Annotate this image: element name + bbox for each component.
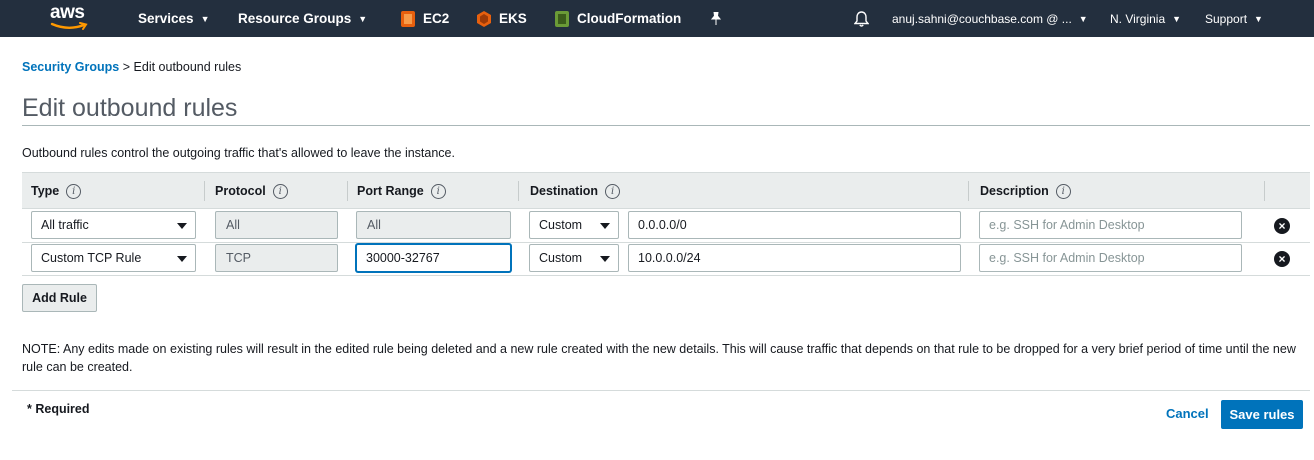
- port-range-field: All: [356, 211, 511, 239]
- breadcrumb-security-groups-link[interactable]: Security Groups: [22, 60, 119, 74]
- resource-groups-menu[interactable]: Resource Groups ▼: [238, 0, 367, 37]
- chevron-down-icon: ▼: [1254, 13, 1263, 24]
- description-input[interactable]: [979, 244, 1242, 272]
- dropdown-arrow-icon: [177, 256, 187, 262]
- column-header-description-label: Description: [980, 184, 1049, 198]
- destination-type-value: Custom: [539, 251, 583, 265]
- protocol-field: All: [215, 211, 338, 239]
- port-range-input[interactable]: [356, 244, 511, 272]
- page-title: Edit outbound rules: [22, 94, 238, 122]
- column-header-type: Type i: [31, 173, 82, 209]
- type-select[interactable]: Custom TCP Rule: [31, 244, 196, 272]
- column-header-type-label: Type: [31, 184, 60, 198]
- shortcut-eks-label: EKS: [499, 11, 527, 26]
- shortcut-cloudformation-label: CloudFormation: [577, 11, 682, 26]
- notifications-bell-icon[interactable]: [854, 0, 869, 37]
- remove-rule-close-icon[interactable]: ×: [1274, 251, 1290, 267]
- column-divider: [1264, 181, 1265, 201]
- breadcrumb-current: Edit outbound rules: [133, 60, 242, 74]
- region-menu[interactable]: N. Virginia ▼: [1110, 0, 1181, 37]
- aws-logo-text: aws: [50, 2, 85, 23]
- column-divider: [204, 181, 205, 201]
- rules-table-header: Type i Protocol i Port Range i Destinati…: [22, 172, 1310, 209]
- column-divider: [518, 181, 519, 201]
- footer-divider: [12, 390, 1310, 391]
- edit-warning-note: NOTE: Any edits made on existing rules w…: [22, 342, 1296, 374]
- support-menu[interactable]: Support ▼: [1205, 0, 1263, 37]
- shortcut-cloudformation[interactable]: CloudFormation: [554, 0, 681, 37]
- top-navigation-bar: aws Services ▼ Resource Groups ▼ EC2 EKS…: [0, 0, 1314, 37]
- chevron-down-icon: ▼: [1172, 13, 1182, 24]
- remove-rule-close-icon[interactable]: ×: [1274, 218, 1290, 234]
- destination-type-select[interactable]: Custom: [529, 244, 619, 272]
- ec2-icon: [400, 10, 416, 28]
- row-divider: [22, 242, 1310, 243]
- dropdown-arrow-icon: [177, 223, 187, 229]
- info-icon[interactable]: i: [605, 183, 621, 199]
- eks-icon: [476, 10, 492, 28]
- type-select-value: Custom TCP Rule: [41, 251, 142, 265]
- column-divider: [968, 181, 969, 201]
- column-header-destination: Destination i: [530, 173, 621, 209]
- description-input[interactable]: [979, 211, 1242, 239]
- protocol-field: TCP: [215, 244, 338, 272]
- dropdown-arrow-icon: [600, 256, 610, 262]
- chevron-down-icon: ▼: [200, 13, 210, 24]
- aws-logo[interactable]: aws: [50, 3, 92, 33]
- info-icon[interactable]: i: [272, 183, 288, 199]
- column-divider: [347, 181, 348, 201]
- title-divider: [22, 125, 1310, 126]
- type-select[interactable]: All traffic: [31, 211, 196, 239]
- breadcrumb-separator: >: [122, 60, 131, 74]
- shortcut-ec2[interactable]: EC2: [400, 0, 449, 37]
- account-label: anuj.sahni@couchbase.com @ ...: [892, 11, 1072, 26]
- info-icon[interactable]: i: [66, 183, 82, 199]
- chevron-down-icon: ▼: [358, 13, 368, 24]
- destination-cidr-input[interactable]: [628, 244, 961, 272]
- add-rule-button[interactable]: Add Rule: [22, 284, 97, 312]
- cancel-button[interactable]: Cancel: [1166, 406, 1209, 421]
- type-select-value: All traffic: [41, 218, 89, 232]
- shortcut-ec2-label: EC2: [423, 11, 450, 26]
- services-menu[interactable]: Services ▼: [138, 0, 209, 37]
- column-header-protocol-label: Protocol: [215, 184, 266, 198]
- column-header-description: Description i: [980, 173, 1071, 209]
- dropdown-arrow-icon: [600, 223, 610, 229]
- column-header-port-range-label: Port Range: [357, 184, 424, 198]
- breadcrumb: Security Groups > Edit outbound rules: [22, 60, 241, 74]
- column-header-destination-label: Destination: [530, 184, 599, 198]
- destination-type-select[interactable]: Custom: [529, 211, 619, 239]
- port-range-value: All: [367, 218, 381, 232]
- smile-arrow-icon: [50, 22, 88, 30]
- page-description: Outbound rules control the outgoing traf…: [22, 146, 455, 160]
- row-divider: [22, 275, 1310, 276]
- account-menu[interactable]: anuj.sahni@couchbase.com @ ... ▼: [892, 0, 1088, 37]
- resource-groups-label: Resource Groups: [238, 11, 352, 26]
- column-header-protocol: Protocol i: [215, 173, 288, 209]
- protocol-value: TCP: [226, 251, 251, 265]
- support-label: Support: [1205, 11, 1248, 26]
- shortcut-eks[interactable]: EKS: [476, 0, 527, 37]
- info-icon[interactable]: i: [430, 183, 446, 199]
- save-rules-button[interactable]: Save rules: [1221, 400, 1303, 429]
- required-label: * Required: [27, 402, 90, 416]
- chevron-down-icon: ▼: [1078, 13, 1088, 24]
- column-header-port-range: Port Range i: [357, 173, 446, 209]
- destination-cidr-input[interactable]: [628, 211, 961, 239]
- cloudformation-icon: [554, 10, 570, 28]
- destination-type-value: Custom: [539, 218, 583, 232]
- protocol-value: All: [226, 218, 240, 232]
- region-label: N. Virginia: [1110, 11, 1166, 26]
- info-icon[interactable]: i: [1055, 183, 1071, 199]
- services-label: Services: [138, 11, 194, 26]
- pin-icon[interactable]: [710, 0, 722, 37]
